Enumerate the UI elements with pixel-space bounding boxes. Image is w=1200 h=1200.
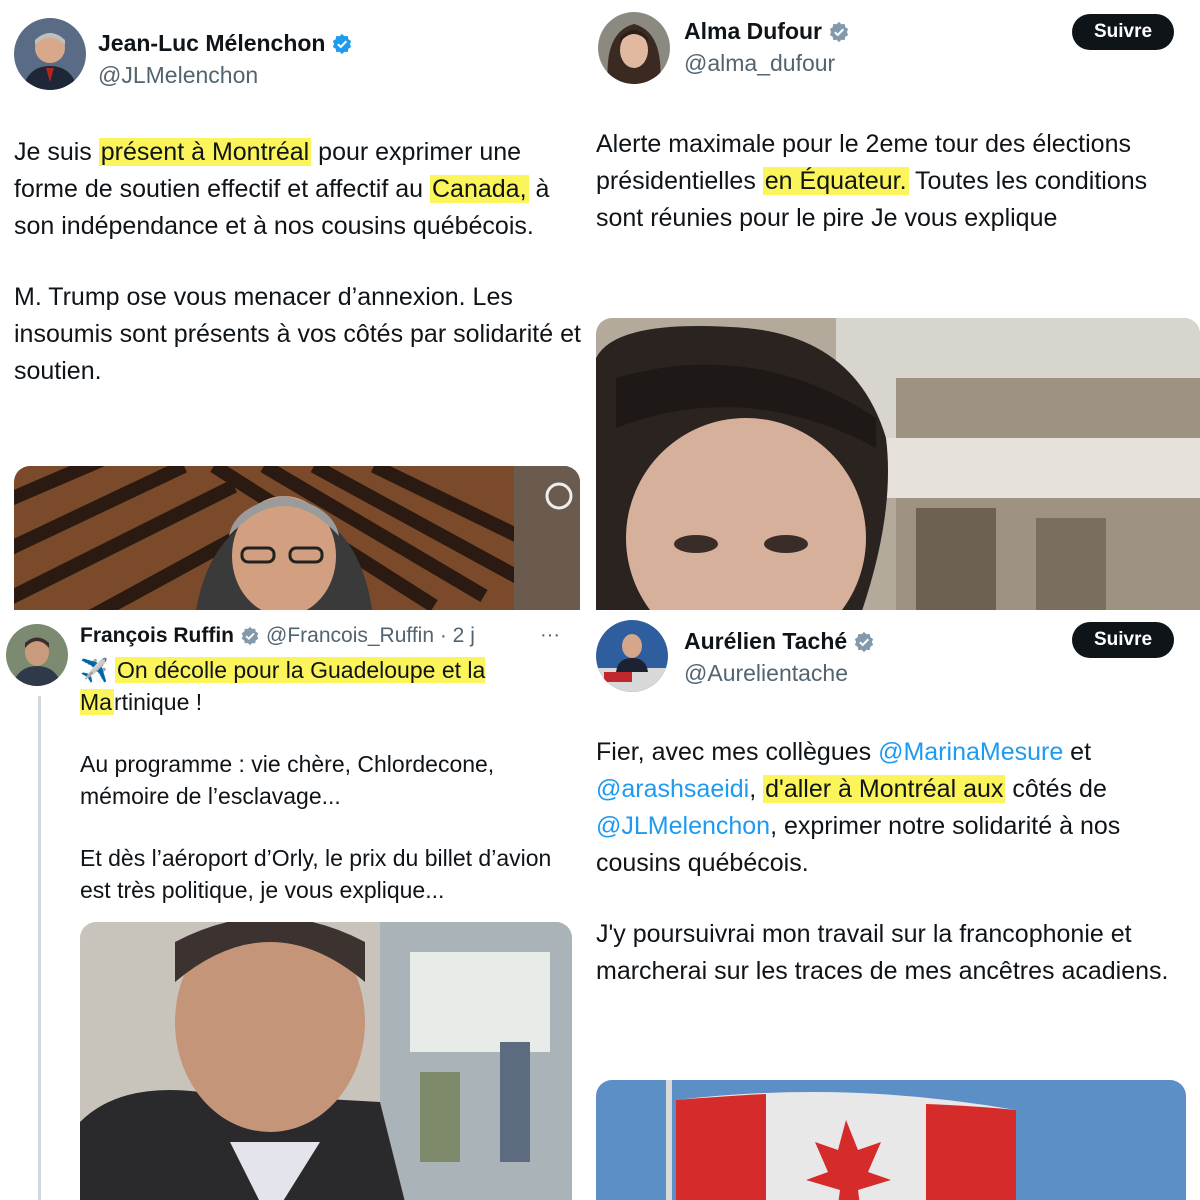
author-name[interactable]: Alma Dufour bbox=[684, 18, 822, 45]
avatar[interactable] bbox=[598, 12, 670, 84]
highlight: d'aller à Montréal aux bbox=[763, 775, 1006, 803]
tweet-text: Fier, avec mes collègues @MarinaMesure e… bbox=[596, 738, 1169, 985]
tweet-text: Je suis présent à Montréal pour exprimer… bbox=[14, 138, 581, 385]
tweet-media[interactable] bbox=[596, 1080, 1186, 1200]
avatar[interactable] bbox=[596, 620, 668, 692]
airplane-icon: ✈️ bbox=[80, 657, 109, 683]
highlight: Canada, bbox=[430, 175, 529, 203]
more-options-icon[interactable]: ··· bbox=[540, 624, 560, 647]
tweet-text: Alerte maximale pour le 2eme tour des él… bbox=[596, 130, 1148, 232]
verified-icon bbox=[333, 33, 352, 54]
author-handle[interactable]: @JLMelenchon bbox=[98, 62, 258, 89]
avatar[interactable] bbox=[14, 18, 86, 90]
panel-divider bbox=[590, 0, 594, 1200]
verified-icon bbox=[241, 626, 259, 646]
tweet-media[interactable] bbox=[80, 922, 572, 1200]
follow-button[interactable]: Suivre bbox=[1072, 622, 1174, 658]
highlight: présent à Montréal bbox=[98, 138, 312, 166]
tweet-text: ✈️ On décolle pour la Guadeloupe et la M… bbox=[80, 657, 552, 903]
highlight: en Équateur. bbox=[762, 167, 909, 195]
author-handle[interactable]: @Aurelientache bbox=[684, 660, 848, 687]
verified-icon bbox=[829, 21, 849, 42]
verified-icon bbox=[855, 631, 874, 652]
avatar[interactable] bbox=[6, 624, 68, 686]
tweet-ruffin: François Ruffin @Francois_Ruffin · 2 j ·… bbox=[0, 610, 592, 1200]
mention-link[interactable]: @arashsaeidi bbox=[596, 775, 749, 803]
tweet-dufour: Alma Dufour @alma_dufour Suivre Alerte m… bbox=[592, 0, 1200, 610]
tweet-media[interactable] bbox=[596, 318, 1200, 610]
author-handle[interactable]: @alma_dufour bbox=[684, 50, 835, 77]
author-name[interactable]: Aurélien Taché bbox=[684, 628, 847, 655]
thread-line bbox=[38, 696, 41, 1200]
author-name[interactable]: François Ruffin bbox=[80, 624, 234, 648]
tweet-tache: Aurélien Taché @Aurelientache Suivre Fie… bbox=[592, 610, 1200, 1200]
author-handle[interactable]: @Francois_Ruffin · 2 j bbox=[266, 624, 475, 648]
author-name[interactable]: Jean-Luc Mélenchon bbox=[98, 30, 325, 57]
follow-button[interactable]: Suivre bbox=[1072, 14, 1174, 50]
mention-link[interactable]: @MarinaMesure bbox=[878, 738, 1063, 766]
tweet-melenchon: Jean-Luc Mélenchon @JLMelenchon Je suis … bbox=[0, 0, 592, 610]
tweet-media[interactable] bbox=[14, 466, 580, 610]
mention-link[interactable]: @JLMelenchon bbox=[596, 812, 770, 840]
